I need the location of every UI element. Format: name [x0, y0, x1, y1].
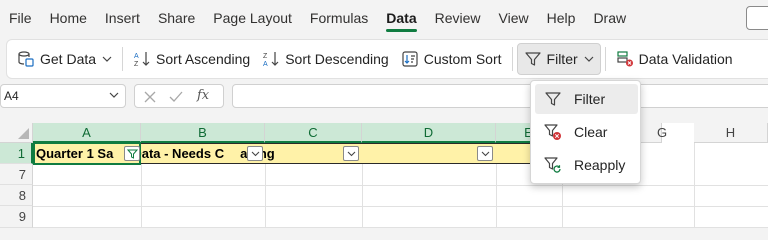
menu-insert[interactable]: Insert	[96, 0, 149, 36]
filter-menu-label-filter: Filter	[574, 91, 606, 107]
svg-text:A: A	[134, 53, 139, 60]
formula-tools: fx	[134, 84, 224, 108]
column-header-a[interactable]: A	[33, 123, 141, 143]
spreadsheet-grid: A B C D E G H 1 7 8 9 Quarter 1 Sa Data -…	[0, 123, 768, 228]
column-header-h[interactable]: H	[694, 123, 768, 143]
row-header-8[interactable]: 8	[0, 185, 33, 206]
formula-input[interactable]	[232, 84, 768, 108]
menu-home[interactable]: Home	[41, 0, 96, 36]
sort-ascending-icon: AZ	[134, 52, 150, 68]
menu-page-layout[interactable]: Page Layout	[204, 0, 301, 36]
custom-sort-label: Custom Sort	[423, 51, 502, 67]
menu-review[interactable]: Review	[426, 0, 490, 36]
chevron-down-icon	[251, 151, 260, 157]
column-header-d[interactable]: D	[362, 123, 496, 143]
ribbon-separator	[122, 47, 124, 71]
sort-ascending-button[interactable]: AZ Sort Ascending	[127, 43, 256, 75]
formula-bar: A4 fx	[0, 84, 768, 110]
filter-menu-label-clear: Clear	[574, 124, 608, 140]
menu-formulas[interactable]: Formulas	[301, 0, 377, 36]
database-icon	[18, 51, 34, 67]
cell-b1[interactable]: Data - Needs C	[132, 146, 224, 161]
chevron-down-icon	[481, 151, 490, 157]
sort-descending-button[interactable]: ZA Sort Descending	[256, 43, 395, 75]
svg-text:Z: Z	[263, 53, 268, 60]
custom-sort-button[interactable]: Custom Sort	[395, 43, 508, 75]
sort-descending-label: Sort Descending	[285, 51, 389, 67]
ribbon-separator	[511, 47, 513, 71]
ribbon: Get Data AZ Sort Ascending ZA Sort Desce…	[6, 39, 768, 79]
filter-icon	[545, 92, 561, 106]
name-box[interactable]: A4	[0, 84, 126, 108]
get-data-button[interactable]: Get Data	[11, 43, 118, 75]
ribbon-separator	[604, 47, 606, 71]
row-header-9[interactable]: 9	[0, 206, 33, 228]
get-data-label: Get Data	[40, 51, 97, 67]
gridline	[33, 206, 768, 207]
menu-file[interactable]: File	[0, 0, 41, 36]
chevron-down-icon	[102, 56, 112, 62]
menu-help[interactable]: Help	[538, 0, 585, 36]
filter-menu-label-reapply: Reapply	[574, 157, 626, 173]
menu-view[interactable]: View	[490, 0, 538, 36]
row-header-7[interactable]: 7	[0, 164, 33, 185]
reapply-filter-icon	[544, 157, 561, 173]
sort-descending-icon: ZA	[263, 52, 279, 68]
filter-menu: Filter Clear Reapply	[530, 80, 641, 184]
menu-bar: File Home Insert Share Page Layout Formu…	[0, 0, 768, 36]
check-icon[interactable]	[169, 90, 183, 104]
sort-ascending-label: Sort Ascending	[156, 51, 251, 67]
custom-sort-icon	[402, 51, 418, 67]
svg-text:A: A	[263, 61, 268, 68]
data-validation-icon	[617, 51, 633, 67]
filter-dropdown-d[interactable]	[477, 146, 493, 161]
chevron-down-icon	[584, 56, 594, 62]
menu-draw[interactable]: Draw	[584, 0, 635, 36]
cancel-icon[interactable]	[143, 90, 157, 104]
filter-dropdown-a[interactable]	[124, 146, 140, 161]
chevron-down-icon[interactable]	[109, 92, 119, 98]
gridline	[33, 185, 768, 186]
insert-function-button[interactable]: fx	[197, 88, 209, 103]
filter-dropdown-c[interactable]	[343, 146, 359, 161]
filter-icon	[524, 52, 541, 66]
filter-menu-item-clear[interactable]: Clear	[535, 117, 638, 147]
filter-dropdown-b[interactable]	[247, 146, 263, 161]
clear-filter-icon	[544, 124, 561, 140]
filter-button[interactable]: Filter	[516, 43, 601, 75]
select-all-corner[interactable]	[0, 123, 33, 143]
name-box-value: A4	[4, 89, 19, 103]
filter-applied-icon	[127, 149, 138, 159]
gridline	[33, 227, 768, 228]
comments-button[interactable]	[746, 6, 768, 30]
filter-label: Filter	[546, 51, 578, 67]
filter-menu-item-filter[interactable]: Filter	[535, 84, 638, 114]
svg-text:Z: Z	[134, 61, 139, 68]
data-validation-label: Data Validation	[638, 51, 733, 67]
filter-menu-item-reapply[interactable]: Reapply	[535, 150, 638, 180]
data-validation-button[interactable]: Data Validation	[610, 43, 739, 75]
column-header-c[interactable]: C	[265, 123, 362, 143]
menu-data[interactable]: Data	[377, 0, 425, 36]
chevron-down-icon	[347, 151, 356, 157]
menu-share[interactable]: Share	[149, 0, 204, 36]
column-header-b[interactable]: B	[141, 123, 265, 143]
row-header-1[interactable]: 1	[0, 143, 33, 164]
